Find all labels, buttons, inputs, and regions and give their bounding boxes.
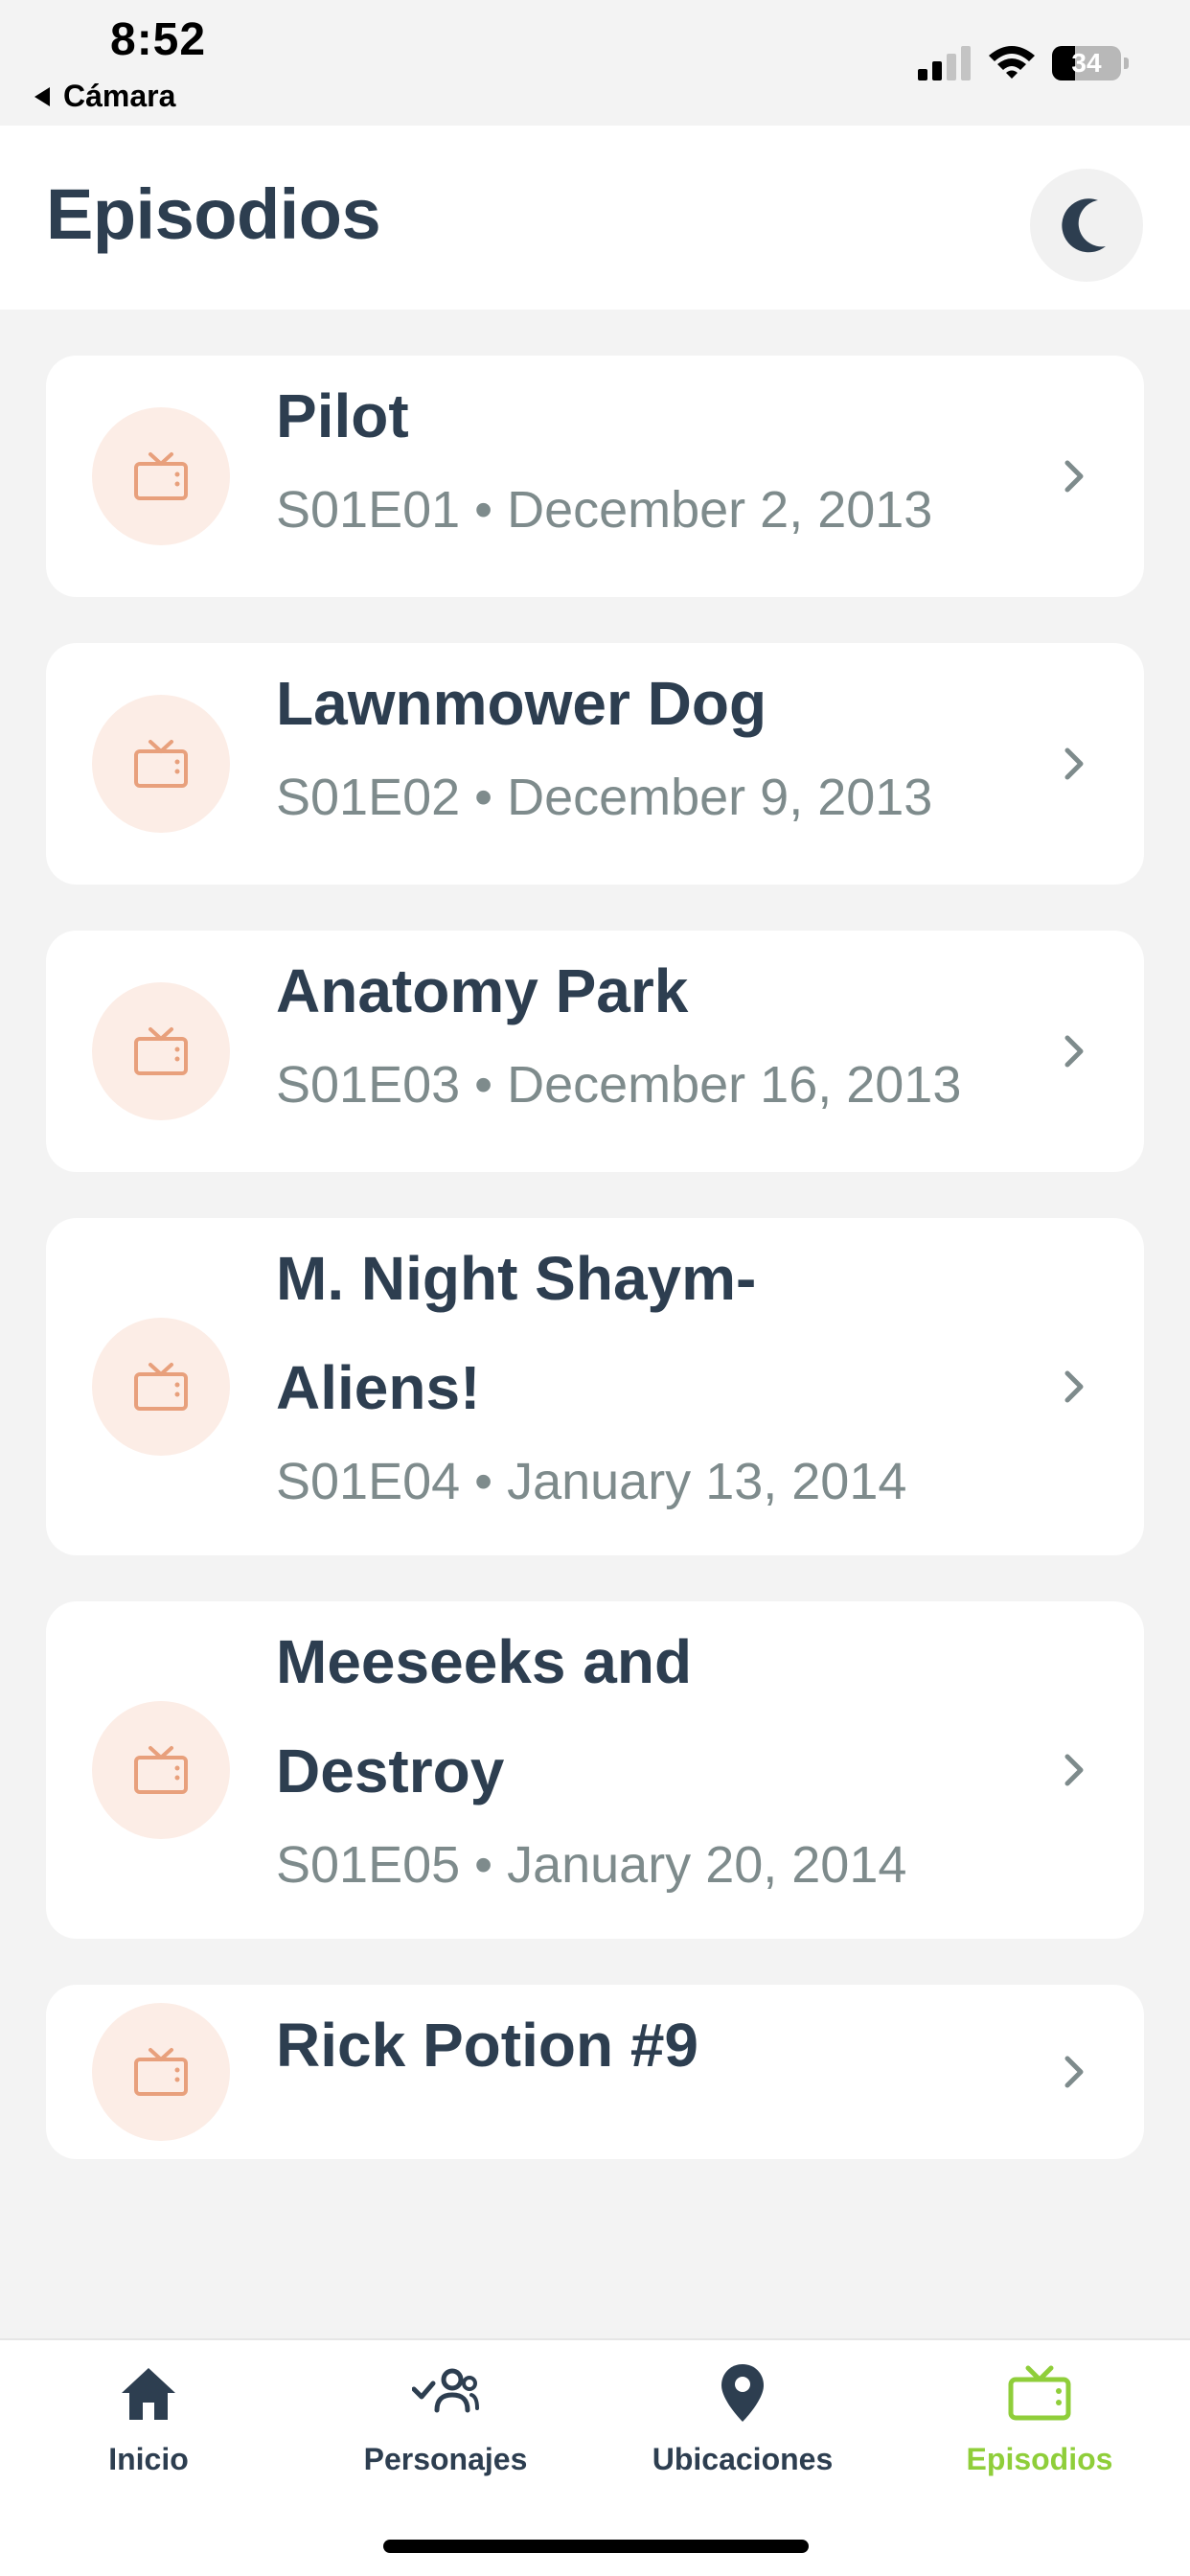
chevron-right-icon	[1054, 745, 1092, 783]
theme-toggle-button[interactable]	[1030, 169, 1143, 282]
episode-name: Anatomy Park	[276, 956, 689, 1025]
battery-icon: 34	[1052, 46, 1129, 80]
episode-meta: S01E04 • January 13, 2014	[276, 1453, 907, 1510]
tab-episodios[interactable]: Episodios	[891, 2359, 1188, 2477]
chevron-right-icon	[1054, 1751, 1092, 1789]
people-icon	[412, 2359, 479, 2426]
episode-meta: S01E01 • December 2, 2013	[276, 481, 933, 539]
episode-name: Aliens!	[276, 1353, 481, 1422]
episode-name: M. Night Shaym-	[276, 1244, 757, 1313]
chevron-right-icon	[1054, 457, 1092, 495]
screen: 8:52 Cámara 34 Episodios Pilot S01E01 • …	[0, 0, 1190, 2576]
back-to-camera-link[interactable]: Cámara	[34, 79, 175, 114]
back-app-label: Cámara	[63, 79, 176, 113]
episode-meta: S01E02 • December 9, 2013	[276, 769, 933, 826]
tv-icon	[92, 407, 230, 545]
cellular-signal-icon	[918, 46, 971, 80]
episode-card[interactable]: Rick Potion #9	[46, 1985, 1144, 2159]
moon-icon	[1062, 198, 1106, 253]
tab-label-episodios: Episodios	[966, 2442, 1113, 2476]
tab-ubicaciones[interactable]: Ubicaciones	[594, 2359, 891, 2477]
status-bar: 8:52 Cámara 34	[0, 0, 1190, 126]
chevron-right-icon	[1054, 1368, 1092, 1406]
episode-card[interactable]: Anatomy Park S01E03 • December 16, 2013	[46, 931, 1144, 1172]
episode-list[interactable]: Pilot S01E01 • December 2, 2013 Lawnmower …	[0, 310, 1190, 2338]
tv-icon	[92, 1318, 230, 1456]
chevron-right-icon	[1054, 1032, 1092, 1070]
battery-level: 34	[1071, 48, 1102, 78]
back-arrow-icon	[34, 86, 50, 106]
episode-card[interactable]: Pilot S01E01 • December 2, 2013	[46, 356, 1144, 597]
location-pin-icon	[709, 2359, 776, 2426]
tv-icon	[92, 1701, 230, 1839]
tv-icon	[92, 695, 230, 833]
tab-label-inicio: Inicio	[108, 2442, 189, 2476]
tv-icon	[92, 2003, 230, 2141]
episode-card[interactable]: M. Night Shaym- Aliens! S01E04 • January 1…	[46, 1218, 1144, 1555]
page-title: Episodios	[46, 174, 381, 254]
episode-name: Meeseeks and	[276, 1627, 693, 1696]
status-time: 8:52	[110, 14, 207, 65]
tab-label-personajes: Personajes	[363, 2442, 528, 2476]
tv-icon	[1006, 2359, 1073, 2426]
episode-name: Rick Potion #9	[276, 2011, 698, 2080]
chevron-right-icon	[1054, 2053, 1092, 2091]
tv-icon	[92, 982, 230, 1120]
header: Episodios	[0, 126, 1190, 310]
episode-name: Lawnmower Dog	[276, 669, 767, 738]
tab-label-ubicaciones: Ubicaciones	[652, 2442, 834, 2476]
episode-card[interactable]: Lawnmower Dog S01E02 • December 9, 2013	[46, 643, 1144, 885]
tab-inicio[interactable]: Inicio	[0, 2359, 297, 2477]
wifi-icon	[989, 46, 1035, 79]
episode-name: Pilot	[276, 381, 409, 450]
home-indicator[interactable]	[383, 2540, 809, 2553]
tab-personajes[interactable]: Personajes	[297, 2359, 594, 2477]
home-icon	[115, 2359, 182, 2426]
episode-meta: S01E03 • December 16, 2013	[276, 1056, 962, 1114]
episode-card[interactable]: Meeseeks and Destroy S01E05 • January 20, …	[46, 1601, 1144, 1939]
episode-meta: S01E05 • January 20, 2014	[276, 1836, 907, 1894]
episode-name: Destroy	[276, 1736, 505, 1806]
